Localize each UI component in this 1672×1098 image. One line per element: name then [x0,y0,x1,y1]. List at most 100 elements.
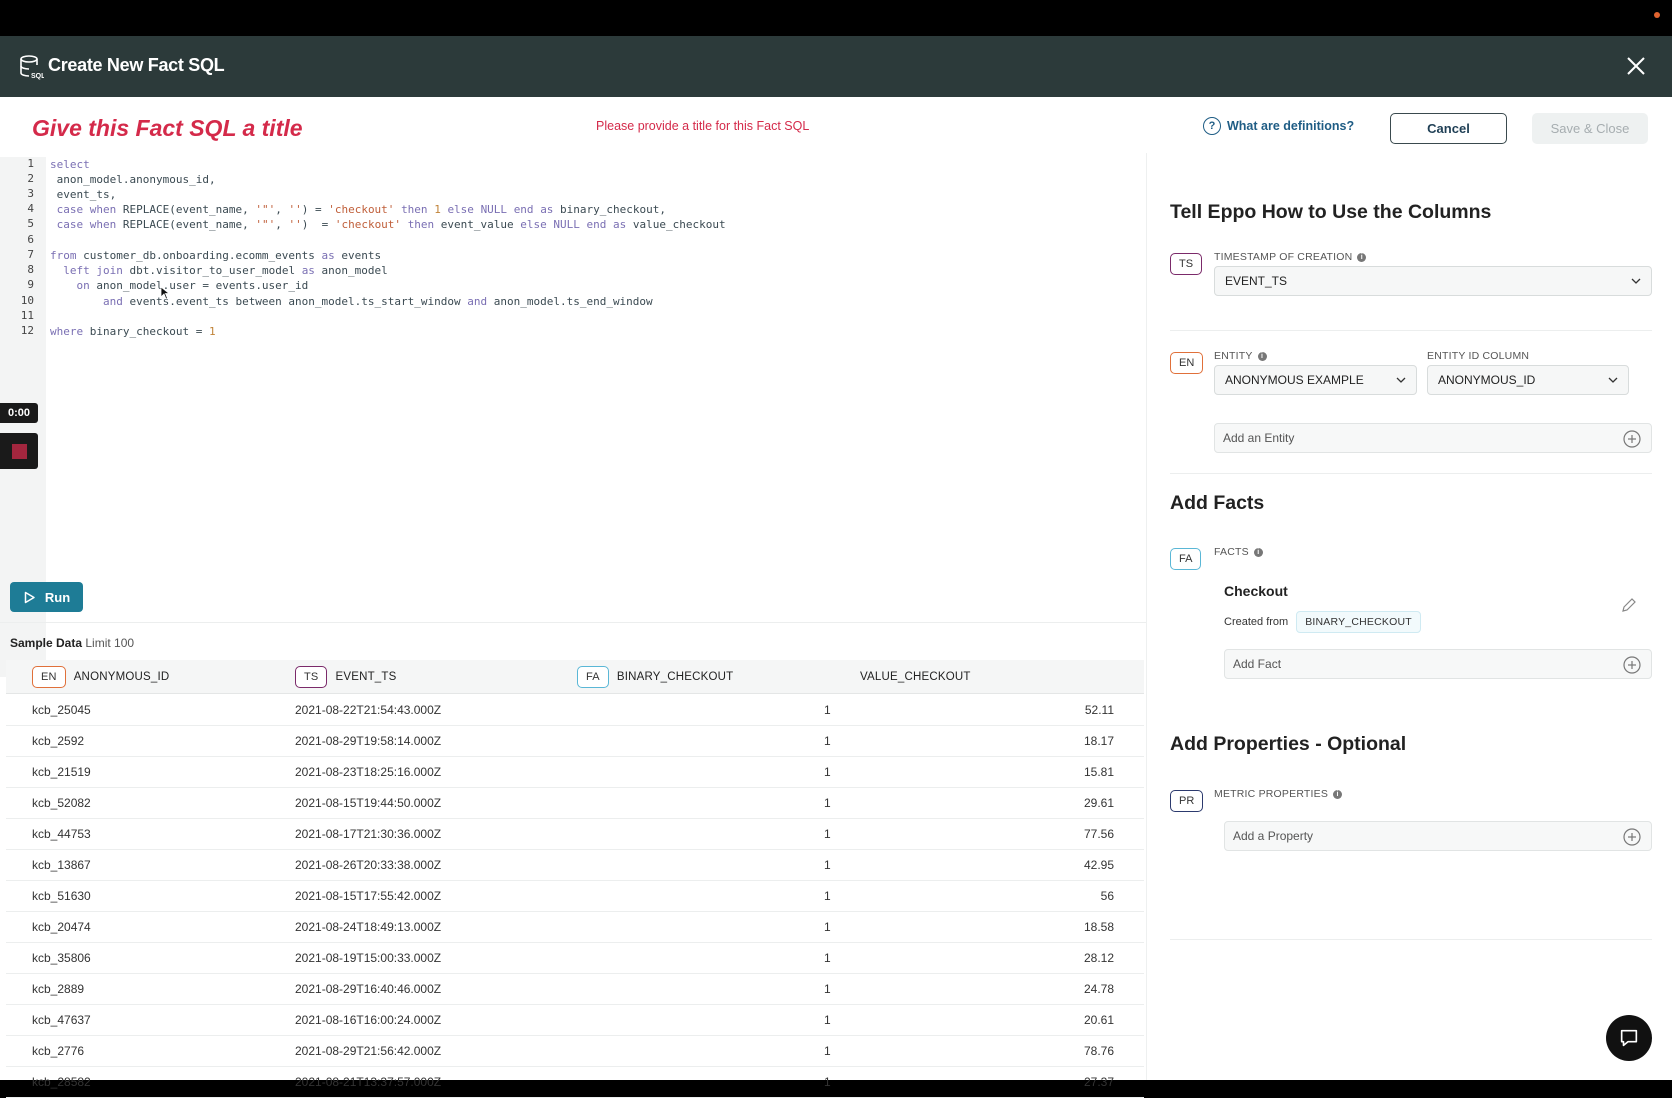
table-cell: 29.61 [1083,796,1114,810]
entity-label-text: ENTITY [1214,350,1253,362]
sample-limit: Limit 100 [85,636,135,650]
divider [0,622,1146,623]
info-icon[interactable]: i [1333,789,1343,799]
table-cell: 2021-08-17T21:30:36.000Z [295,827,442,841]
info-icon[interactable]: i [1257,351,1267,361]
edit-pencil-icon[interactable] [1620,596,1638,614]
line-number: 6 [27,233,34,246]
table-cell: 2021-08-22T21:54:43.000Z [295,703,442,717]
sql-editor[interactable]: 1 2 3 4 5 6 7 8 9 10 11 12 select anon_m… [0,157,1146,677]
add-property-button[interactable]: Add a Property [1224,821,1652,851]
table-cell: 1 [824,703,831,717]
line-number: 12 [20,324,34,337]
column-header-event-ts[interactable]: TS EVENT_TS [295,660,397,694]
table-cell: 2021-08-26T20:33:38.000Z [295,858,442,872]
mouse-cursor-icon [160,286,170,300]
table-cell: 2021-08-15T17:55:42.000Z [295,889,442,903]
table-cell: 1 [824,796,831,810]
entity-label: ENTITY i [1214,350,1267,362]
code-line: anon_model.anonymous_id, [50,173,216,186]
table-cell: 78.76 [1083,1044,1114,1058]
table-cell: kcb_28582 [32,1075,91,1089]
timestamp-badge: TS [295,666,328,688]
source-column-chip: BINARY_CHECKOUT [1296,611,1421,633]
table-cell: 2021-08-29T16:40:46.000Z [295,982,442,996]
timestamp-label-text: TIMESTAMP OF CREATION [1214,251,1353,263]
table-cell: 42.95 [1083,858,1114,872]
add-property-label: Add a Property [1233,829,1314,843]
code-line: on anon_model.user = events.user_id [76,279,309,292]
facts-label-text: FACTS [1214,546,1249,558]
table-cell: kcb_47637 [32,1013,91,1027]
definitions-help-link[interactable]: ? What are definitions? [1203,117,1354,135]
fact-name: Checkout [1224,583,1288,599]
stop-recording-button[interactable] [0,433,38,469]
table-cell: 20.61 [1083,1013,1114,1027]
code-line: event_ts, [50,188,117,201]
entity-id-label: ENTITY ID COLUMN [1427,350,1530,362]
column-header-binary-checkout[interactable]: FA BINARY_CHECKOUT [577,660,733,694]
sql-database-icon: SQL [20,55,44,80]
run-label: Run [44,589,71,605]
table-cell: 2021-08-16T16:00:24.000Z [295,1013,442,1027]
divider [1170,473,1652,474]
code-line: from customer_db.onboarding.ecomm_events… [50,249,382,262]
fact-sql-title-input[interactable]: Give this Fact SQL a title [32,115,303,142]
sample-data-title: Sample Data [10,636,83,650]
table-cell: kcb_25045 [32,703,91,717]
table-cell: 24.78 [1083,982,1114,996]
modal-title: Create New Fact SQL [48,55,225,75]
cancel-button[interactable]: Cancel [1390,113,1507,144]
column-header-anonymous-id[interactable]: EN ANONYMOUS_ID [32,660,169,694]
chevron-down-icon [1608,377,1618,383]
pane-divider [1146,153,1147,1080]
table-row: kcb_2889 2021-08-29T16:40:46.000Z 1 24.78 [6,974,1144,1005]
table-cell: 1 [824,982,831,996]
column-name: ANONYMOUS_ID [73,671,170,683]
chat-support-button[interactable] [1606,1015,1652,1061]
table-row: kcb_52082 2021-08-15T19:44:50.000Z 1 29.61 [6,788,1144,819]
info-icon[interactable]: i [1253,547,1263,557]
table-row: kcb_21519 2021-08-23T18:25:16.000Z 1 15.81 [6,757,1144,788]
table-cell: 1 [824,920,831,934]
table-cell: 2021-08-21T13:37:57.000Z [295,1075,442,1089]
column-header-value-checkout[interactable]: VALUE_CHECKOUT [860,660,971,694]
table-cell: 1 [824,765,831,779]
entity-badge: EN [1170,352,1204,374]
metric-properties-label-text: METRIC PROPERTIES [1214,788,1329,800]
table-cell: 18.17 [1083,734,1114,748]
entity-id-select[interactable]: ANONYMOUS_ID [1427,365,1629,395]
info-icon[interactable]: i [1357,252,1367,262]
table-cell: kcb_51630 [32,889,91,903]
line-number: 11 [20,309,34,322]
chat-bubble-icon [1620,1029,1638,1047]
table-cell: 1 [824,1044,831,1058]
table-cell: 1 [824,827,831,841]
table-header: EN ANONYMOUS_ID TS EVENT_TS FA BINARY_CH… [6,660,1144,694]
plus-circle-icon [1623,656,1641,674]
timestamp-select[interactable]: EVENT_TS [1214,266,1652,296]
table-row: kcb_2592 2021-08-29T19:58:14.000Z 1 18.17 [6,726,1144,757]
chevron-down-icon [1631,278,1641,284]
plus-circle-icon [1623,430,1641,448]
add-fact-button[interactable]: Add Fact [1224,649,1652,679]
code-line: case when REPLACE(event_name, '"', '') =… [56,203,667,216]
column-config-panel: Tell Eppo How to Use the Columns TS TIME… [1150,153,1672,1080]
modal-body: Give this Fact SQL a title Please provid… [0,97,1672,1098]
table-cell: 2021-08-23T18:25:16.000Z [295,765,442,779]
timestamp-label: TIMESTAMP OF CREATION i [1214,251,1367,263]
entity-select[interactable]: ANONYMOUS EXAMPLE [1214,365,1417,395]
table-row: kcb_20474 2021-08-24T18:49:13.000Z 1 18.58 [6,912,1144,943]
column-name: EVENT_TS [335,671,397,683]
entity-id-select-value: ANONYMOUS_ID [1438,373,1536,387]
run-button[interactable]: Run [10,582,83,612]
save-close-button[interactable]: Save & Close [1532,113,1648,144]
close-icon[interactable] [1622,52,1650,80]
line-number: 1 [27,157,34,170]
add-entity-button[interactable]: Add an Entity [1214,423,1652,453]
table-row: kcb_28582 2021-08-21T13:37:57.000Z 1 27.37 [6,1067,1144,1098]
table-row: kcb_35806 2021-08-19T15:00:33.000Z 1 28.12 [6,943,1144,974]
title-validation-message: Please provide a title for this Fact SQL [596,119,810,133]
sql-code[interactable]: select anon_model.anonymous_id, event_ts… [50,157,726,338]
line-number: 3 [27,187,34,200]
